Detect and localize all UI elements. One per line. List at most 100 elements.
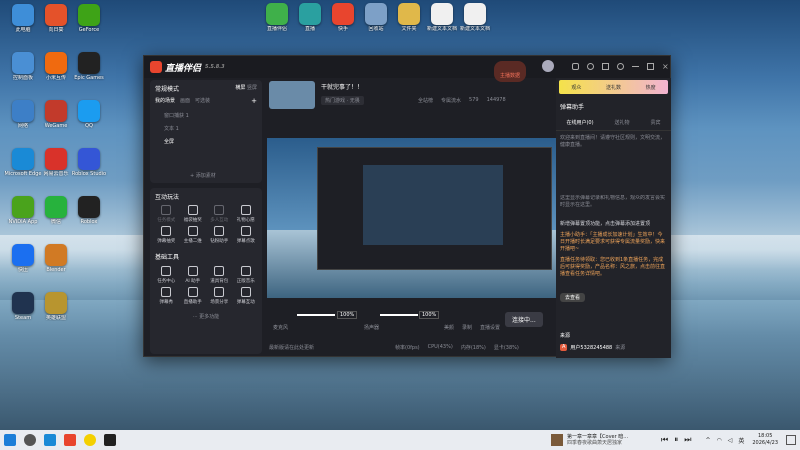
edge-icon[interactable] bbox=[44, 434, 56, 446]
live-companion-window[interactable]: 直播伴侣 5.5.8.3 主播数据 × 常规模式 横屏 竖屏 我的场景 画面 可… bbox=[143, 55, 671, 358]
tool-item[interactable]: 福袋抽奖 bbox=[180, 205, 207, 223]
tool-icon bbox=[161, 266, 172, 276]
tool-item[interactable]: AI 助手 bbox=[180, 266, 207, 284]
media-thumbnail[interactable] bbox=[551, 434, 564, 446]
danmaku-assistant-tab[interactable]: 弹幕助手 bbox=[556, 96, 671, 115]
avatar[interactable] bbox=[542, 60, 554, 72]
wifi-icon[interactable]: ◠ bbox=[716, 437, 721, 444]
notice-text: 欢迎来到直播间！请遵守社区规则，文明交流，健康直播。 bbox=[560, 135, 666, 148]
vip-tab[interactable]: 贵宾 bbox=[650, 119, 660, 126]
tool-item[interactable]: 正版音乐 bbox=[233, 266, 260, 284]
app-icon bbox=[12, 292, 34, 314]
gift-rank-banner[interactable]: 观众 送礼数 热度 bbox=[559, 80, 668, 94]
stream-preview[interactable] bbox=[267, 138, 556, 298]
mic-slider[interactable] bbox=[297, 314, 335, 316]
stream-category[interactable]: 热门游戏 · 无畏 bbox=[321, 96, 364, 105]
headset-icon[interactable] bbox=[572, 63, 579, 70]
tool-label: 多人互动 bbox=[210, 218, 229, 223]
app-icon bbox=[12, 52, 34, 74]
desktop-icon[interactable]: Roblox Studio bbox=[70, 148, 108, 177]
desktop-icon[interactable]: 新建文本文档 bbox=[456, 3, 494, 32]
add-scene-icon[interactable]: + bbox=[251, 97, 257, 105]
tool-item[interactable]: 主播二维 bbox=[180, 226, 207, 244]
footer-hint[interactable]: 最新版请在此处更新 bbox=[269, 344, 314, 351]
tool-item[interactable]: 场景分享 bbox=[206, 287, 233, 305]
rank-stat[interactable]: 全站榜 bbox=[418, 97, 433, 104]
portrait-tab[interactable]: 竖屏 bbox=[247, 85, 257, 91]
speaker-volume[interactable]: 100% bbox=[419, 311, 440, 319]
pause-icon[interactable]: ⏸ bbox=[674, 435, 678, 445]
desktop-icon[interactable]: Roblox bbox=[70, 196, 108, 225]
tool-item[interactable]: 弹幕抽奖 bbox=[153, 226, 180, 244]
tool-icon bbox=[187, 266, 198, 276]
user-row[interactable]: A 用户5328245488 来源 bbox=[560, 344, 625, 351]
desktop-icon[interactable]: QQ bbox=[70, 100, 108, 129]
tool-item[interactable]: 任务模式 bbox=[153, 205, 180, 223]
next-icon[interactable]: ⏭ bbox=[684, 435, 691, 445]
tool-item[interactable]: 弹幕秀 bbox=[153, 287, 180, 305]
ime-language[interactable]: 英 bbox=[738, 436, 744, 445]
desktop-icon-label: Blender bbox=[46, 267, 66, 273]
left-panel: 常规模式 横屏 竖屏 我的场景 画面 可选装 + 窗口捕获 1 文本 1 全屏 … bbox=[150, 80, 262, 354]
record-button[interactable]: 录制 bbox=[462, 324, 472, 331]
maximize-icon[interactable] bbox=[647, 63, 654, 70]
tool-item[interactable]: 多人互动 bbox=[206, 205, 233, 223]
desktop-icon[interactable]: Epic Games bbox=[70, 52, 108, 81]
settings-icon[interactable] bbox=[617, 63, 624, 70]
media-info[interactable]: 第一章一章章【Cover 暗... 四季春夜歌曲萧天居独家 bbox=[567, 434, 647, 446]
start-stream-button[interactable]: 连接中... bbox=[505, 312, 543, 327]
cover-thumbnail[interactable] bbox=[269, 81, 315, 109]
close-icon[interactable]: × bbox=[662, 63, 669, 71]
scene-tab-screen[interactable]: 画面 bbox=[180, 97, 190, 105]
tool-item[interactable]: 钻粉助手 bbox=[206, 226, 233, 244]
clock-time: 18:05 bbox=[757, 433, 773, 439]
tiktok-icon[interactable] bbox=[104, 434, 116, 446]
landscape-tab[interactable]: 横屏 bbox=[235, 85, 245, 91]
add-source-button[interactable]: + 添加素材 bbox=[190, 172, 216, 179]
prev-icon[interactable]: ⏮ bbox=[661, 435, 668, 445]
beauty-button[interactable]: 美颜 bbox=[444, 324, 454, 331]
desktop-icon[interactable]: Blender bbox=[37, 244, 75, 273]
settings-button[interactable]: 直播设置 bbox=[480, 324, 500, 331]
app-icon bbox=[45, 292, 67, 314]
tool-item[interactable]: 弹幕点歌 bbox=[233, 226, 260, 244]
preview-nested-inner bbox=[363, 165, 503, 245]
start-icon[interactable] bbox=[4, 434, 16, 446]
mode-title[interactable]: 常规模式 bbox=[155, 84, 179, 93]
desktop-icon[interactable]: GeForce bbox=[70, 4, 108, 33]
volume-icon[interactable]: ◁ bbox=[728, 437, 733, 444]
tool-label: 主播二维 bbox=[183, 239, 202, 244]
notification-icon[interactable] bbox=[786, 435, 796, 445]
desktop-icon[interactable]: 英雄联盟 bbox=[37, 292, 75, 321]
tool-label: 弹幕秀 bbox=[159, 300, 174, 305]
clock[interactable]: 18:05 2026/4/23 bbox=[752, 433, 778, 447]
gifts-tab[interactable]: 送礼物 bbox=[615, 119, 630, 126]
audio-controls: 麦克风 100% 扬声器 100% 美颜 录制 直播设置 连接中... bbox=[269, 308, 558, 336]
add-source-label: 添加素材 bbox=[195, 173, 216, 179]
tool-item[interactable]: 直播助手 bbox=[180, 287, 207, 305]
live-app-taskbar-icon[interactable] bbox=[64, 434, 76, 446]
tray-arrow-icon[interactable]: ^ bbox=[705, 437, 710, 444]
source-item[interactable]: 窗口捕获 1 bbox=[164, 112, 257, 119]
mail-icon[interactable] bbox=[602, 63, 609, 70]
tool-item[interactable]: 任务中心 bbox=[153, 266, 180, 284]
source-item[interactable]: 全屏 bbox=[164, 138, 257, 145]
scene-tab-my[interactable]: 我的场景 bbox=[155, 97, 175, 105]
tool-item[interactable]: 礼物心愿 bbox=[233, 205, 260, 223]
flow-stat[interactable]: 专属流水 bbox=[441, 97, 461, 104]
title-bar[interactable]: 直播伴侣 5.5.8.3 主播数据 × bbox=[144, 56, 670, 82]
help-icon[interactable] bbox=[587, 63, 594, 70]
app-taskbar-icon[interactable] bbox=[84, 434, 96, 446]
speaker-slider[interactable] bbox=[380, 314, 418, 316]
mic-volume[interactable]: 100% bbox=[337, 311, 358, 319]
tool-item[interactable]: 道具背包 bbox=[206, 266, 233, 284]
go-view-button[interactable]: 去查看 bbox=[560, 293, 586, 302]
tool-item[interactable]: 弹幕互动 bbox=[233, 287, 260, 305]
stream-title[interactable]: 干就完事了！！ bbox=[321, 82, 363, 91]
online-users-tab[interactable]: 在线用户(0) bbox=[566, 119, 593, 126]
source-item[interactable]: 文本 1 bbox=[164, 125, 257, 132]
search-icon[interactable] bbox=[24, 434, 36, 446]
minimize-icon[interactable] bbox=[632, 66, 639, 67]
scene-tab-optional[interactable]: 可选装 bbox=[195, 97, 210, 105]
more-functions-button[interactable]: ··· 更多功能 bbox=[150, 313, 262, 320]
